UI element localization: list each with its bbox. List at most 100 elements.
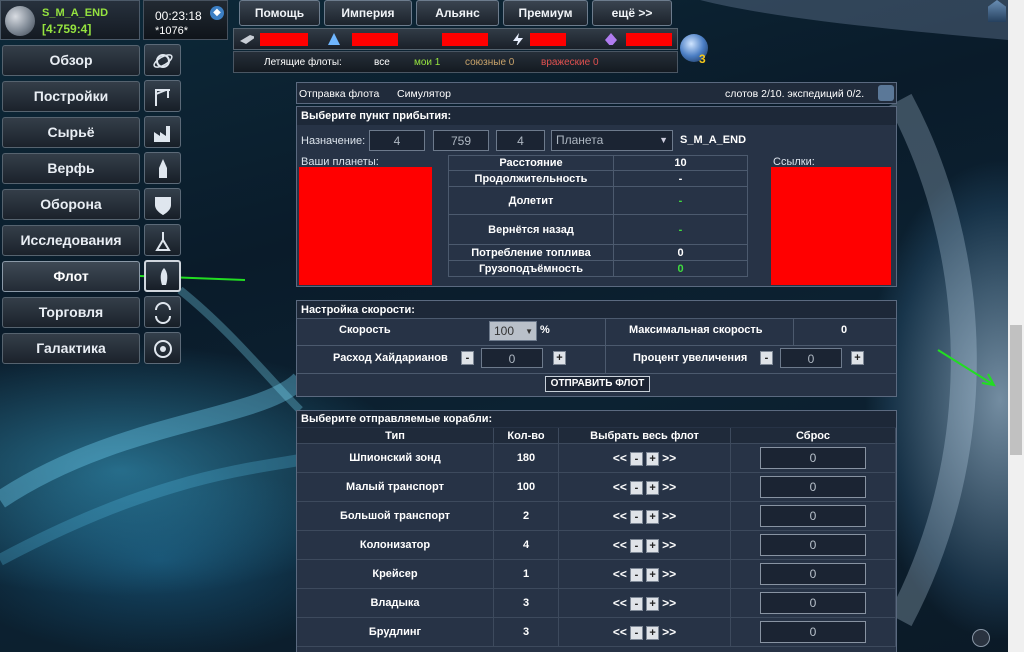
minus-button[interactable]: - <box>629 596 643 611</box>
ship-name: Колонизатор <box>297 530 494 560</box>
hydarian-minus-button[interactable]: - <box>461 351 474 365</box>
target-type-select[interactable]: Планета ▼ <box>551 130 673 151</box>
fleets-hostile-link[interactable]: вражеские 0 <box>541 57 599 68</box>
plus-button[interactable]: + <box>646 451 660 466</box>
ship-quantity-input[interactable]: 0 <box>760 534 866 556</box>
ship-quantity-input[interactable]: 0 <box>760 476 866 498</box>
arrival-header: Выберите пункт прибытия: <box>297 107 896 125</box>
send-fleet-button[interactable]: ОТПРАВИТЬ ФЛОТ <box>545 376 650 392</box>
col-type: Тип <box>297 428 494 444</box>
table-row: Колонизатор 4 << - + >> 0 <box>297 530 896 560</box>
links-list[interactable] <box>771 167 891 285</box>
rocket-icon[interactable] <box>144 260 181 292</box>
fleets-mine-link[interactable]: мои 1 <box>414 57 440 68</box>
plus-button[interactable]: + <box>646 567 660 582</box>
ship-count: 4 <box>493 530 559 560</box>
select-none-button[interactable]: << <box>613 596 627 610</box>
increase-minus-button[interactable]: - <box>760 351 773 365</box>
planet-avatar[interactable] <box>5 6 35 36</box>
factory-icon[interactable] <box>144 116 181 148</box>
scrollbar-thumb[interactable] <box>1010 325 1022 455</box>
fleets-allied-link[interactable]: союзные 0 <box>465 57 514 68</box>
system-input[interactable]: 759 <box>433 130 489 151</box>
select-max-button[interactable]: >> <box>662 596 676 610</box>
menu-research[interactable]: Исследования <box>2 225 140 256</box>
player-coords[interactable]: [4:759:4] <box>42 22 91 36</box>
shipyard-icon[interactable] <box>144 152 181 184</box>
shield-icon[interactable] <box>144 188 181 220</box>
select-none-button[interactable]: << <box>613 480 627 494</box>
select-none-button[interactable]: << <box>613 451 627 465</box>
plus-button[interactable]: + <box>646 538 660 553</box>
menu-buildings[interactable]: Постройки <box>2 81 140 112</box>
drop-icon[interactable]: ◆ <box>210 6 224 20</box>
plus-button[interactable]: + <box>646 509 660 524</box>
galaxy-input[interactable]: 4 <box>369 130 425 151</box>
menu-galaxy[interactable]: Галактика <box>2 333 140 364</box>
ship-name: Брудлинг <box>297 617 494 647</box>
increase-input[interactable]: 0 <box>780 348 842 368</box>
planet-icon[interactable] <box>144 44 181 76</box>
minus-button[interactable]: - <box>629 567 643 582</box>
increase-plus-button[interactable]: + <box>851 351 864 365</box>
tab-send-fleet[interactable]: Отправка флота <box>299 88 379 100</box>
your-planets-list[interactable] <box>299 167 432 285</box>
ship-quantity-input[interactable]: 0 <box>760 447 866 469</box>
select-none-button[interactable]: << <box>613 509 627 523</box>
select-none-button[interactable]: << <box>613 567 627 581</box>
menu-shipyard[interactable]: Верфь <box>2 153 140 184</box>
ship-quantity-input[interactable]: 0 <box>760 505 866 527</box>
select-max-button[interactable]: >> <box>662 480 676 494</box>
hydarian-input[interactable]: 0 <box>481 348 543 368</box>
minus-button[interactable]: - <box>629 509 643 524</box>
nav-premium-button[interactable]: Премиум <box>503 0 588 26</box>
crane-icon[interactable] <box>144 80 181 112</box>
nav-help-button[interactable]: Помощь <box>239 0 320 26</box>
nav-more-button[interactable]: ещё >> <box>592 0 672 26</box>
minus-button[interactable]: - <box>629 538 643 553</box>
refresh-icon[interactable] <box>878 85 894 101</box>
table-row: Владыка 3 << - + >> 0 <box>297 588 896 618</box>
galaxy-icon[interactable] <box>144 332 181 364</box>
menu-defense[interactable]: Оборона <box>2 189 140 220</box>
fleets-all-link[interactable]: все <box>374 57 390 68</box>
select-max-button[interactable]: >> <box>662 538 676 552</box>
select-none-button[interactable]: << <box>613 625 627 639</box>
minus-button[interactable]: - <box>629 625 643 640</box>
player-box[interactable]: S_M_A_END [4:759:4] <box>0 0 140 40</box>
select-max-button[interactable]: >> <box>662 625 676 639</box>
page-scrollbar[interactable] <box>1008 0 1024 652</box>
table-row: Крейсер 1 << - + >> 0 <box>297 559 896 589</box>
plus-button[interactable]: + <box>646 596 660 611</box>
select-max-button[interactable]: >> <box>662 567 676 581</box>
select-max-button[interactable]: >> <box>662 451 676 465</box>
hydarian-plus-button[interactable]: + <box>553 351 566 365</box>
ship-quantity-input[interactable]: 0 <box>760 621 866 643</box>
chat-icon[interactable] <box>972 629 990 647</box>
plus-button[interactable]: + <box>646 625 660 640</box>
menu-trade[interactable]: Торговля <box>2 297 140 328</box>
plus-button[interactable]: + <box>646 480 660 495</box>
select-max-button[interactable]: >> <box>662 509 676 523</box>
energy-icon <box>513 33 523 45</box>
position-input[interactable]: 4 <box>496 130 545 151</box>
speed-select[interactable]: 100 ▼ <box>489 321 537 341</box>
slots-info: слотов 2/10. экспедиций 0/2. <box>725 88 865 100</box>
nav-empire-button[interactable]: Империя <box>324 0 412 26</box>
trade-icon[interactable] <box>144 296 181 328</box>
ship-quantity-input[interactable]: 0 <box>760 563 866 585</box>
tab-simulator[interactable]: Симулятор <box>397 88 451 100</box>
flight-info-table: Расстояние 10 Продолжительность - Долетит -… <box>448 155 748 277</box>
col-reset[interactable]: Сброс <box>730 428 896 444</box>
menu-fleet[interactable]: Флот <box>2 261 140 292</box>
menu-resources[interactable]: Сырьё <box>2 117 140 148</box>
menu-overview[interactable]: Обзор <box>2 45 140 76</box>
minus-button[interactable]: - <box>629 480 643 495</box>
select-none-button[interactable]: << <box>613 538 627 552</box>
ships-header: Выберите отправляемые корабли: <box>297 411 896 427</box>
ship-quantity-input[interactable]: 0 <box>760 592 866 614</box>
nav-alliance-button[interactable]: Альянс <box>416 0 499 26</box>
ship-count: 2 <box>493 501 559 531</box>
minus-button[interactable]: - <box>629 451 643 466</box>
research-icon[interactable] <box>144 224 181 256</box>
